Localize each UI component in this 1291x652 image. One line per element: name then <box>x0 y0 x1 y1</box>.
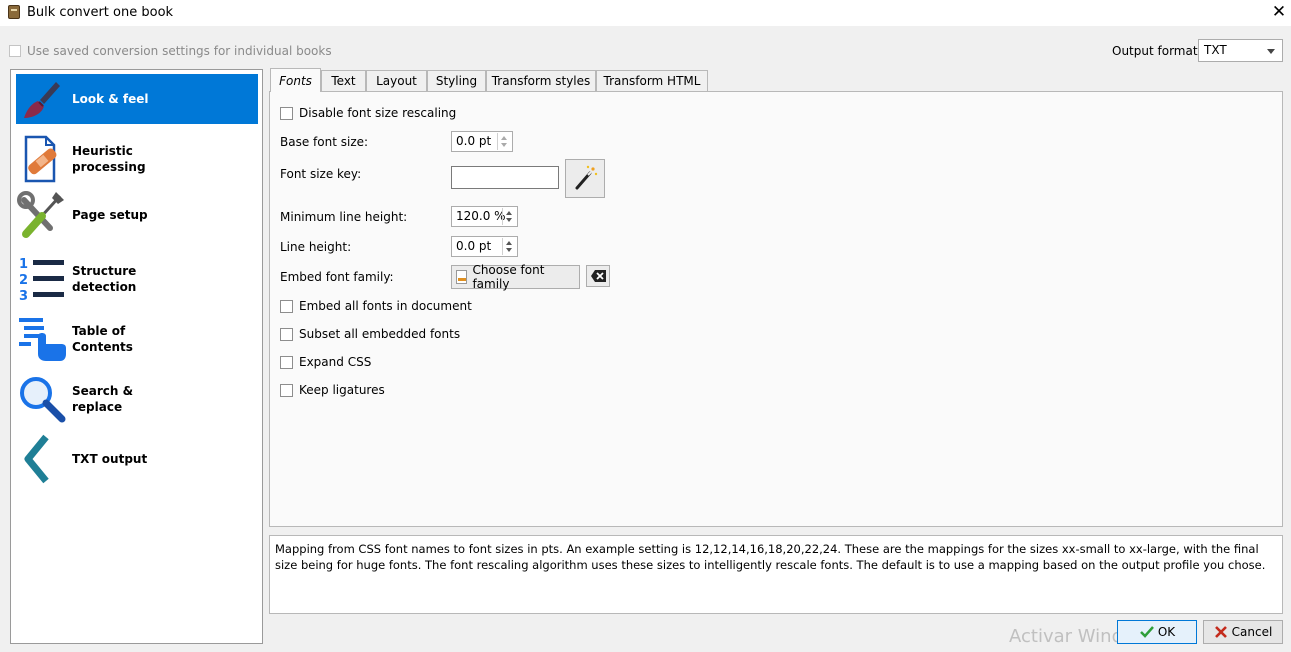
sidebar-item-search-and-replace[interactable]: Search & replace <box>16 374 258 424</box>
sidebar-label: processing <box>72 160 146 174</box>
cancel-label: Cancel <box>1231 625 1273 639</box>
sidebar-label: detection <box>72 280 137 294</box>
chevron-down-icon <box>1267 49 1275 54</box>
base-font-size-label: Base font size: <box>280 135 369 149</box>
clear-font-family-button[interactable] <box>586 265 610 287</box>
backspace-clear-icon <box>591 270 606 282</box>
disable-font-size-rescaling-checkbox[interactable]: Disable font size rescaling <box>280 106 456 120</box>
font-size-wizard-button[interactable] <box>565 159 605 198</box>
sidebar-label: Look & feel <box>72 92 149 106</box>
calibre-app-icon <box>8 5 20 19</box>
output-format-label: Output format: <box>1112 44 1202 58</box>
spin-down-icon[interactable] <box>501 143 507 147</box>
sidebar-item-txt-output[interactable]: TXT output <box>16 434 258 484</box>
embed-all-fonts-checkbox[interactable]: Embed all fonts in document <box>280 299 472 313</box>
expand-css-checkbox[interactable]: Expand CSS <box>280 355 371 369</box>
minimum-line-height-spinbox[interactable]: 120.0 % <box>451 206 518 227</box>
spin-up-icon[interactable] <box>506 241 512 245</box>
wrench-screwdriver-icon <box>16 190 68 240</box>
sidebar-label: Table of <box>72 324 126 338</box>
output-format-value: TXT <box>1204 43 1227 57</box>
base-font-size-value: 0.0 pt <box>456 134 492 148</box>
tab-styling[interactable]: Styling <box>427 70 486 91</box>
close-icon[interactable]: ✕ <box>1268 1 1290 23</box>
font-size-key-label: Font size key: <box>280 167 362 181</box>
expand-css-label: Expand CSS <box>299 355 372 369</box>
line-height-label: Line height: <box>280 240 352 254</box>
magnifier-icon <box>16 374 68 424</box>
svg-text:1: 1 <box>19 257 28 272</box>
sidebar-label: replace <box>72 400 123 414</box>
ok-label: OK <box>1157 625 1176 639</box>
disable-rescaling-label: Disable font size rescaling <box>299 106 457 120</box>
sidebar-label: Heuristic <box>72 144 133 158</box>
sidebar-item-heuristic-processing[interactable]: Heuristic processing <box>16 134 258 184</box>
checkbox-box[interactable] <box>280 106 293 120</box>
chevron-left-icon <box>16 434 68 484</box>
sidebar-item-look-and-feel[interactable]: Look & feel <box>16 74 258 124</box>
subset-embedded-fonts-checkbox[interactable]: Subset all embedded fonts <box>280 327 460 341</box>
tab-layout[interactable]: Layout <box>366 70 427 91</box>
spin-arrows[interactable] <box>502 208 515 225</box>
help-text-box: Mapping from CSS font names to font size… <box>269 535 1283 614</box>
settings-sidebar: Look & feel Heuristic processing Page se… <box>10 69 263 644</box>
output-format-select[interactable]: TXT <box>1198 39 1283 62</box>
sidebar-label: Contents <box>72 340 133 354</box>
keep-ligatures-checkbox[interactable]: Keep ligatures <box>280 383 385 397</box>
window-title: Bulk convert one book <box>27 5 174 20</box>
svg-text:3: 3 <box>19 289 28 304</box>
tab-transform-html[interactable]: Transform HTML <box>596 70 708 91</box>
magic-wand-icon <box>575 165 598 190</box>
font-size-key-input[interactable] <box>451 166 559 189</box>
checkbox-box[interactable] <box>280 327 293 341</box>
sidebar-item-table-of-contents[interactable]: Table of Contents <box>16 314 258 364</box>
subset-fonts-label: Subset all embedded fonts <box>299 327 461 341</box>
spin-down-icon[interactable] <box>506 218 512 222</box>
keep-ligatures-label: Keep ligatures <box>299 383 385 397</box>
sidebar-label: Page setup <box>72 208 148 222</box>
sidebar-label: Structure <box>72 264 137 278</box>
minimum-line-height-value: 120.0 % <box>456 209 506 223</box>
checkbox-box[interactable] <box>9 45 21 57</box>
base-font-size-spinbox[interactable]: 0.0 pt <box>451 131 513 152</box>
tab-fonts[interactable]: Fonts <box>270 68 321 92</box>
sidebar-item-structure-detection[interactable]: 1 2 3 Structure detection <box>16 254 258 304</box>
embed-font-family-label: Embed font family: <box>280 270 394 284</box>
sidebar-item-page-setup[interactable]: Page setup <box>16 190 258 240</box>
checkbox-box[interactable] <box>280 355 293 369</box>
document-bandage-icon <box>16 134 68 184</box>
toc-pointer-icon <box>16 314 68 364</box>
sidebar-label: Search & <box>72 384 134 398</box>
spin-arrows[interactable] <box>502 238 515 255</box>
paintbrush-icon <box>16 74 68 124</box>
embed-all-fonts-label: Embed all fonts in document <box>299 299 472 313</box>
title-bar <box>0 0 1291 26</box>
checkbox-box[interactable] <box>280 383 293 397</box>
line-height-spinbox[interactable]: 0.0 pt <box>451 236 518 257</box>
spin-arrows[interactable] <box>497 133 510 150</box>
cancel-button[interactable]: Cancel <box>1203 620 1283 644</box>
sidebar-label: TXT output <box>72 452 148 466</box>
choose-font-family-button[interactable]: Choose font family <box>451 263 580 291</box>
use-saved-settings-checkbox[interactable]: Use saved conversion settings for indivi… <box>9 44 332 58</box>
tab-text[interactable]: Text <box>321 70 366 91</box>
line-height-value: 0.0 pt <box>456 239 492 253</box>
spin-up-icon[interactable] <box>501 136 507 140</box>
spin-up-icon[interactable] <box>506 211 512 215</box>
font-file-icon <box>456 270 468 284</box>
use-saved-settings-label: Use saved conversion settings for indivi… <box>27 44 332 58</box>
choose-font-family-label: Choose font family <box>472 263 545 291</box>
checkmark-icon <box>1139 626 1154 638</box>
svg-text:2: 2 <box>19 273 28 288</box>
tab-transform-styles[interactable]: Transform styles <box>486 70 596 91</box>
ok-button[interactable]: OK <box>1117 620 1197 644</box>
numbered-list-icon: 1 2 3 <box>16 254 68 304</box>
checkbox-box[interactable] <box>280 299 293 313</box>
minimum-line-height-label: Minimum line height: <box>280 210 408 224</box>
spin-down-icon[interactable] <box>506 248 512 252</box>
red-x-icon <box>1214 626 1227 638</box>
